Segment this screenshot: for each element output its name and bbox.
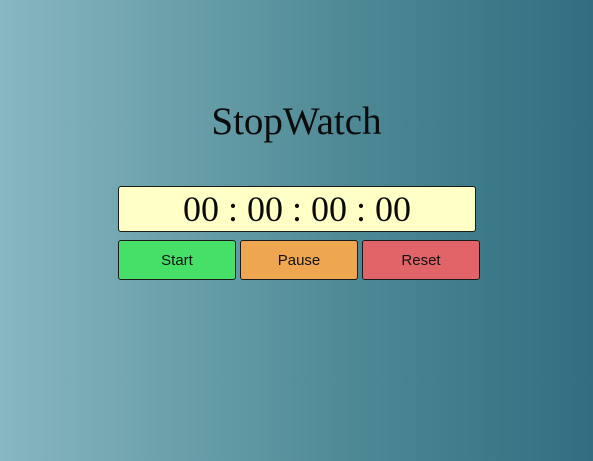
start-button-label: Start	[161, 251, 193, 269]
control-bar: Start Pause Reset	[118, 240, 480, 280]
pause-button[interactable]: Pause	[240, 240, 358, 280]
time-readout: 00 : 00 : 00 : 00	[182, 189, 411, 229]
time-display: 00 : 00 : 00 : 00	[118, 186, 476, 232]
reset-button-label: Reset	[401, 251, 441, 269]
pause-button-label: Pause	[277, 251, 321, 269]
page-title: StopWatch	[211, 100, 382, 143]
reset-button[interactable]: Reset	[362, 240, 480, 280]
start-button[interactable]: Start	[118, 240, 236, 280]
